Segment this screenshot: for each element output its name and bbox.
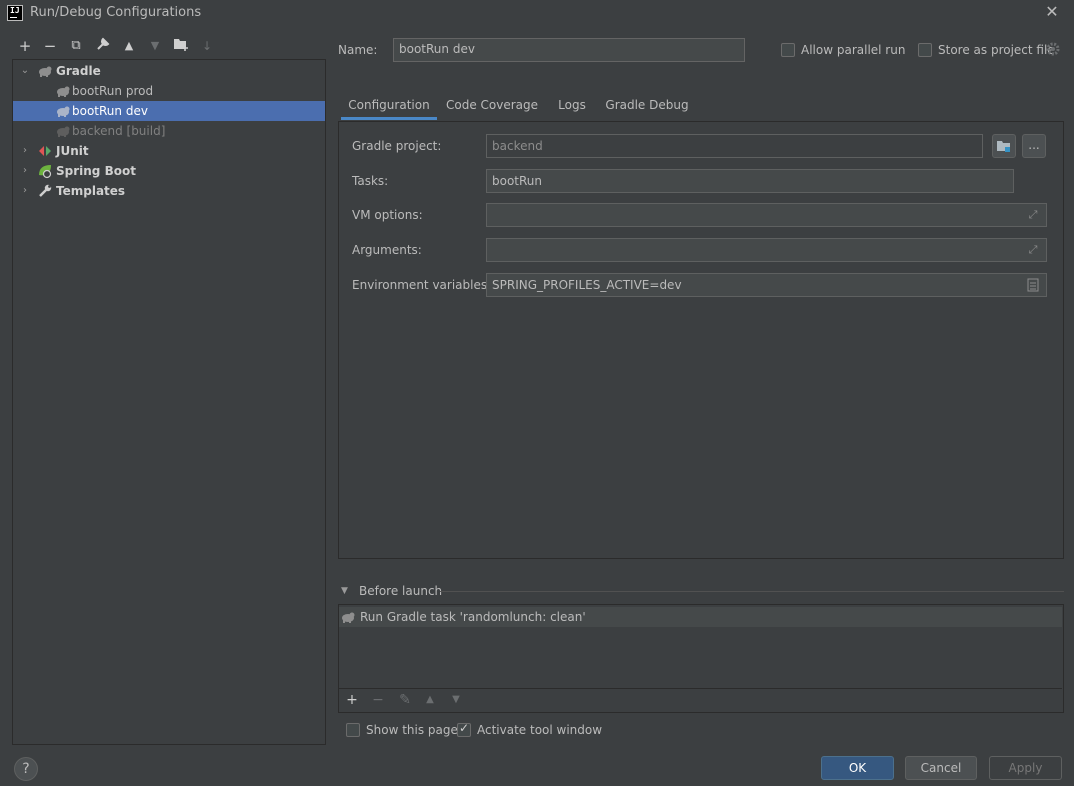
document-icon[interactable] — [1027, 278, 1039, 292]
wrench-icon — [97, 37, 110, 50]
move-task-down-button[interactable]: ▼ — [447, 690, 465, 710]
allow-parallel-run-label[interactable]: Allow parallel run — [801, 43, 905, 57]
name-input[interactable]: bootRun dev — [393, 38, 745, 62]
chevron-right-icon[interactable]: › — [19, 161, 31, 181]
gradle-elephant-icon — [57, 126, 70, 137]
help-button[interactable]: ? — [14, 757, 38, 781]
window-title: Run/Debug Configurations — [30, 5, 202, 20]
store-as-project-file-label[interactable]: Store as project file — [938, 43, 1055, 57]
tab-configuration[interactable]: Configuration — [341, 96, 437, 120]
gradle-elephant-icon — [342, 612, 355, 623]
ok-button[interactable]: OK — [821, 756, 894, 780]
gradle-project-label: Gradle project: — [352, 139, 442, 153]
tree-group-junit[interactable]: › JUnit — [13, 141, 325, 161]
tasks-input[interactable]: bootRun — [486, 169, 1014, 193]
sort-icon[interactable]: ↓ — [198, 37, 216, 55]
remove-task-button[interactable]: − — [369, 690, 387, 710]
tasks-label: Tasks: — [352, 174, 389, 188]
edit-templates-button[interactable] — [94, 37, 112, 55]
chevron-right-icon[interactable]: › — [19, 181, 31, 201]
tree-group-spring-boot[interactable]: › Spring Boot — [13, 161, 325, 181]
tree-label: JUnit — [56, 144, 89, 158]
environment-variables-label: Environment variables: — [352, 278, 492, 292]
store-as-project-file-checkbox[interactable] — [918, 43, 932, 57]
gradle-elephant-icon — [39, 66, 52, 77]
browse-button[interactable]: ... — [1022, 134, 1046, 158]
close-window-button[interactable]: ✕ — [1043, 2, 1061, 22]
tree-group-gradle[interactable]: ⌄ Gradle — [13, 61, 325, 81]
tree-item-backend-build[interactable]: backend [build] — [13, 121, 325, 141]
tab-logs[interactable]: Logs — [553, 96, 591, 120]
tree-label: Spring Boot — [56, 164, 136, 178]
show-this-page-checkbox[interactable] — [346, 723, 360, 737]
copy-configuration-button[interactable]: ⧉ — [67, 37, 85, 55]
before-launch-task-label: Run Gradle task 'randomlunch: clean' — [360, 610, 586, 624]
folder-plus-icon — [174, 39, 188, 51]
tree-label: bootRun prod — [72, 84, 154, 98]
move-task-up-button[interactable]: ▲ — [421, 690, 439, 710]
expand-icon[interactable]: ⤢ — [1026, 208, 1040, 222]
tree-group-templates[interactable]: › Templates — [13, 181, 325, 201]
activate-tool-window-label[interactable]: Activate tool window — [477, 723, 602, 737]
new-folder-button[interactable] — [172, 37, 190, 55]
vm-options-input[interactable] — [486, 203, 1047, 227]
add-configuration-button[interactable]: + — [16, 37, 34, 55]
tree-label: backend [build] — [72, 124, 166, 138]
name-label: Name: — [338, 43, 378, 57]
remove-configuration-button[interactable]: − — [41, 37, 59, 55]
show-this-page-label[interactable]: Show this page — [366, 723, 458, 737]
intellij-app-icon: IJ — [7, 5, 23, 21]
edit-task-button[interactable]: ✎ — [396, 690, 414, 710]
move-down-button[interactable]: ▼ — [146, 37, 164, 55]
spring-boot-icon — [39, 165, 52, 179]
before-launch-title[interactable]: Before launch — [359, 584, 442, 598]
select-project-button[interactable] — [992, 134, 1016, 158]
tree-label: Templates — [56, 184, 126, 198]
move-up-button[interactable]: ▲ — [120, 37, 138, 55]
gradle-elephant-icon — [57, 106, 70, 117]
add-task-button[interactable]: + — [343, 690, 361, 710]
collapse-triangle-icon[interactable]: ▼ — [341, 586, 348, 596]
before-launch-task-row[interactable]: Run Gradle task 'randomlunch: clean' — [339, 607, 1062, 627]
gradle-elephant-icon — [57, 86, 70, 97]
arguments-input[interactable] — [486, 238, 1047, 262]
cancel-button[interactable]: Cancel — [905, 756, 977, 780]
gradle-project-field[interactable]: backend — [486, 134, 983, 158]
activate-tool-window-checkbox[interactable] — [457, 721, 471, 737]
allow-parallel-run-checkbox[interactable] — [781, 43, 795, 57]
configuration-tree[interactable]: ⌄ Gradle bootRun prod bootRun dev backen… — [12, 59, 326, 745]
chevron-right-icon[interactable]: › — [19, 141, 31, 161]
environment-variables-input[interactable]: SPRING_PROFILES_ACTIVE=dev — [486, 273, 1047, 297]
tree-item-bootrun-dev[interactable]: bootRun dev — [13, 101, 325, 121]
tab-code-coverage[interactable]: Code Coverage — [443, 96, 541, 120]
apply-button[interactable]: Apply — [989, 756, 1062, 780]
tree-label: bootRun dev — [72, 104, 148, 118]
tree-item-bootrun-prod[interactable]: bootRun prod — [13, 81, 325, 101]
before-launch-separator — [440, 591, 1064, 592]
arguments-label: Arguments: — [352, 243, 422, 257]
gear-icon[interactable] — [1046, 42, 1060, 56]
junit-icon — [39, 146, 51, 156]
folder-icon — [997, 141, 1010, 152]
tab-gradle-debug[interactable]: Gradle Debug — [603, 96, 691, 120]
wrench-icon — [39, 184, 52, 197]
tree-label: Gradle — [56, 64, 101, 78]
chevron-down-icon[interactable]: ⌄ — [19, 61, 31, 81]
expand-icon[interactable]: ⤢ — [1026, 243, 1040, 257]
vm-options-label: VM options: — [352, 208, 423, 222]
